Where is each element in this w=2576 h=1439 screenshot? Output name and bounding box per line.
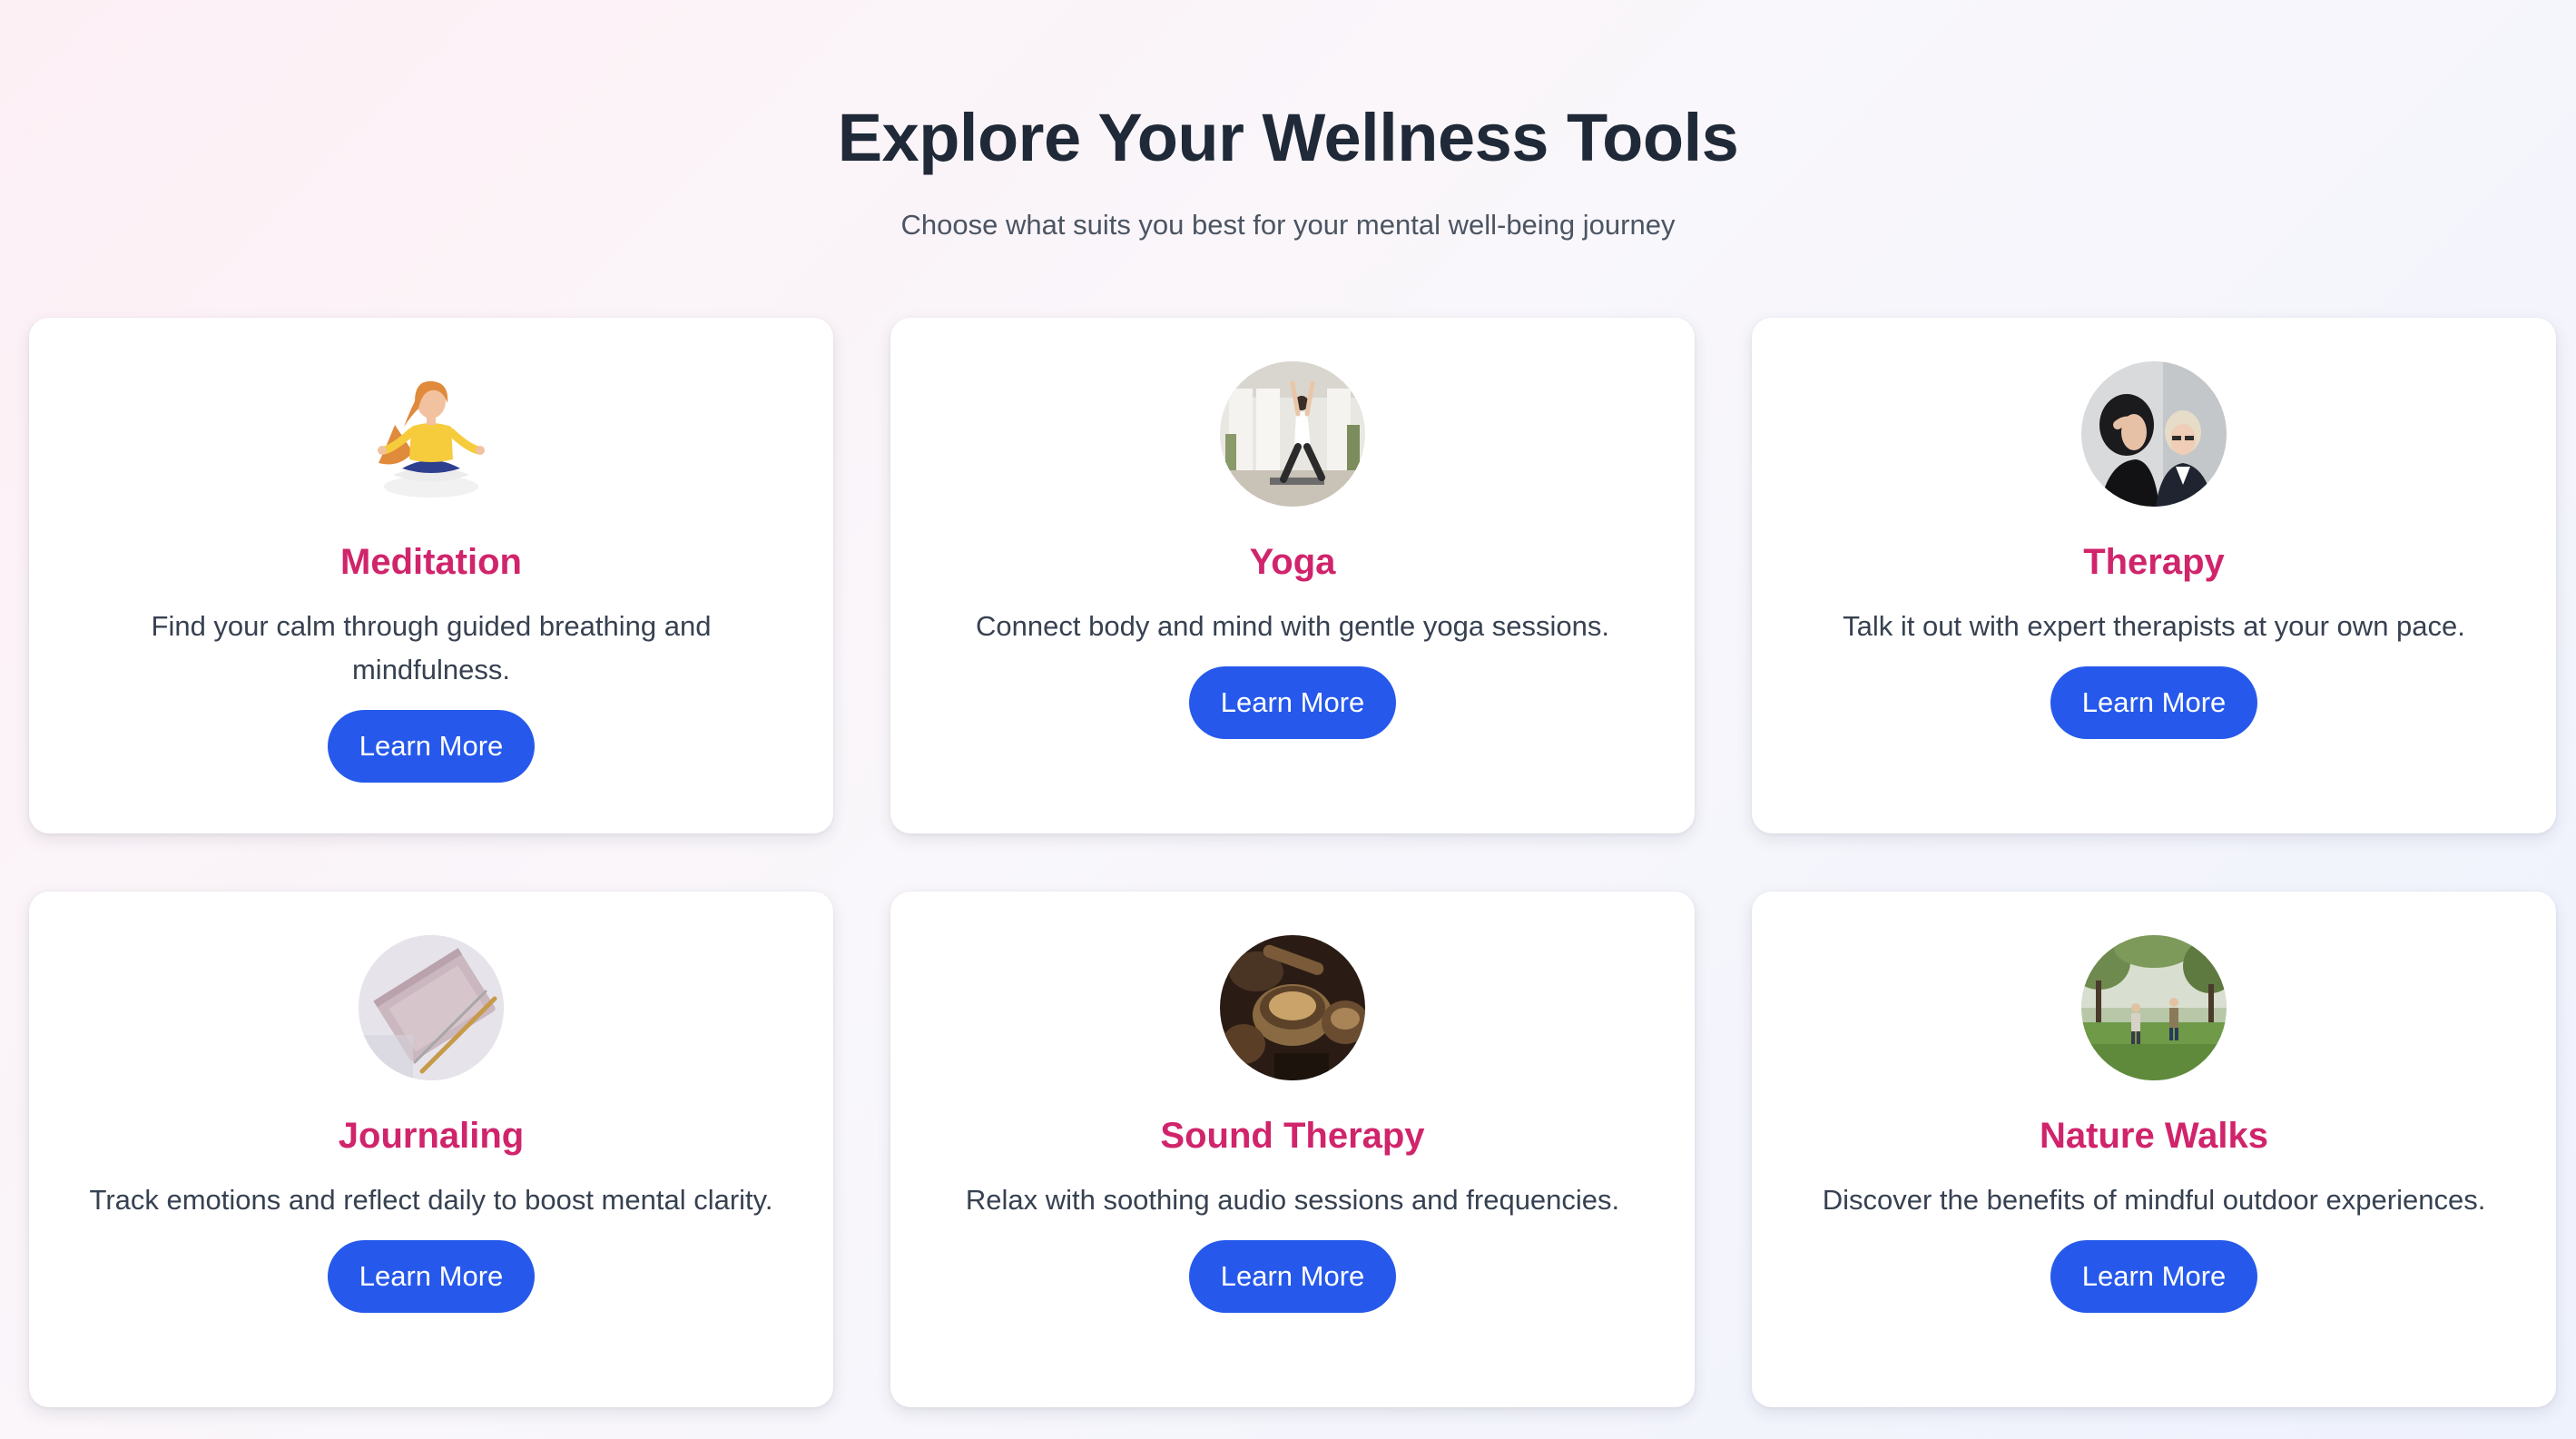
card-description: Connect body and mind with gentle yoga s… xyxy=(976,610,1609,642)
nature-walk-photo xyxy=(2081,935,2227,1080)
card-description: Find your calm through guided breathing … xyxy=(151,610,712,685)
card-title: Journaling xyxy=(338,1116,525,1156)
yoga-photo xyxy=(1220,361,1365,507)
learn-more-button[interactable]: Learn More xyxy=(328,1240,535,1313)
card-yoga: Yoga Connect body and mind with gentle y… xyxy=(890,318,1695,833)
learn-more-button[interactable]: Learn More xyxy=(1189,1240,1396,1313)
card-journaling: Journaling Track emotions and reflect da… xyxy=(29,892,833,1407)
card-description: Track emotions and reflect daily to boos… xyxy=(89,1184,773,1216)
card-title: Meditation xyxy=(340,542,522,582)
learn-more-button[interactable]: Learn More xyxy=(2050,1240,2257,1313)
card-title: Sound Therapy xyxy=(1160,1116,1425,1156)
card-description: Relax with soothing audio sessions and f… xyxy=(965,1184,1620,1216)
card-therapy: Therapy Talk it out with expert therapis… xyxy=(1752,318,2556,833)
card-title: Yoga xyxy=(1249,542,1336,582)
learn-more-button[interactable]: Learn More xyxy=(1189,666,1396,739)
journal-photo xyxy=(359,935,504,1080)
card-description: Discover the benefits of mindful outdoor… xyxy=(1822,1184,2486,1216)
learn-more-button[interactable]: Learn More xyxy=(328,710,535,783)
page-header: Explore Your Wellness Tools Choose what … xyxy=(0,95,2576,243)
tools-grid: Meditation Find your calm through guided… xyxy=(29,318,2556,1407)
therapy-photo xyxy=(2081,361,2227,507)
card-description: Talk it out with expert therapists at yo… xyxy=(1843,610,2465,642)
card-sound-therapy: Sound Therapy Relax with soothing audio … xyxy=(890,892,1695,1407)
page-title: Explore Your Wellness Tools xyxy=(837,100,1739,175)
card-nature-walks: Nature Walks Discover the benefits of mi… xyxy=(1752,892,2556,1407)
card-meditation: Meditation Find your calm through guided… xyxy=(29,318,833,833)
page-subtitle: Choose what suits you best for your ment… xyxy=(900,209,1676,241)
card-title: Nature Walks xyxy=(2040,1116,2268,1156)
meditation-illustration xyxy=(359,361,504,507)
card-title: Therapy xyxy=(2083,542,2225,582)
singing-bowl-photo xyxy=(1220,935,1365,1080)
learn-more-button[interactable]: Learn More xyxy=(2050,666,2257,739)
